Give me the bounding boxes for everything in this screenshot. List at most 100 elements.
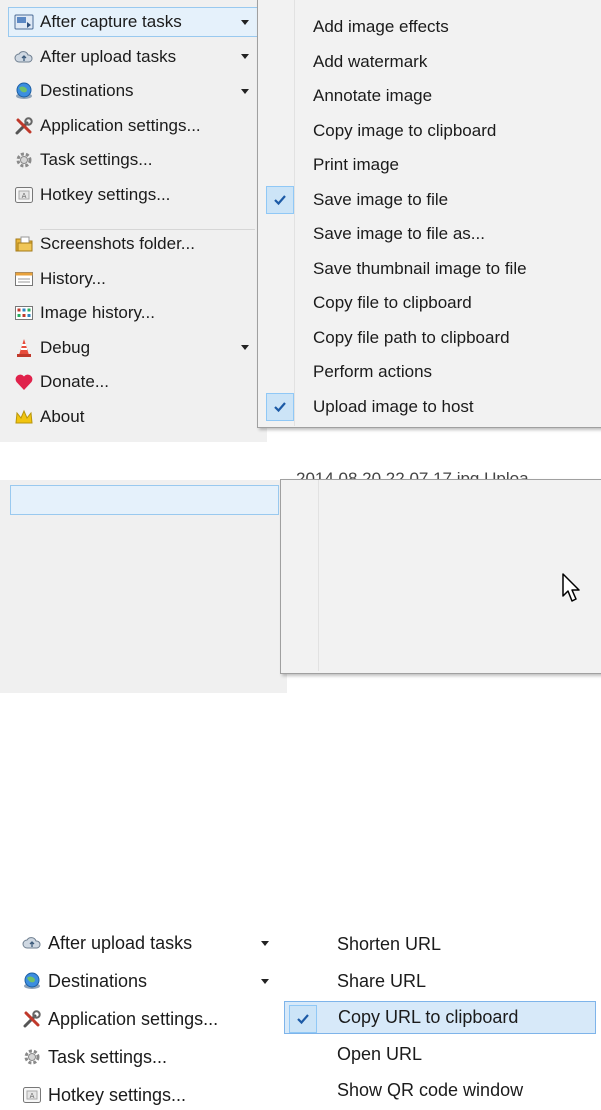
top-panel: After capture tasks After upload tasks Des…: [0, 0, 601, 442]
gear-icon: [14, 150, 34, 170]
main-menu-item[interactable]: About: [14, 402, 259, 432]
main-menu-item[interactable]: A Hotkey settings...: [22, 1080, 279, 1110]
bottom-submenu-gutter: [318, 480, 319, 671]
main-menu-item[interactable]: Image history...: [14, 298, 259, 328]
main-menu-item[interactable]: Task settings...: [14, 145, 259, 175]
tools-icon: [22, 1009, 42, 1029]
submenu-item[interactable]: Annotate image: [262, 80, 596, 112]
submenu-item[interactable]: Print image: [262, 149, 596, 181]
submenu-item-label: Add image effects: [313, 17, 449, 36]
submenu-arrow-icon: [241, 19, 249, 25]
check-icon: [266, 392, 294, 421]
check-icon: [289, 1004, 317, 1033]
main-menu-item[interactable]: Donate...: [14, 367, 259, 397]
main-menu-item-label: After upload tasks: [40, 46, 177, 66]
cloud-upload-icon: [14, 47, 34, 67]
main-menu-item-label: After capture tasks: [40, 12, 182, 31]
image-history-icon: [14, 303, 34, 323]
mouse-cursor-icon: [562, 573, 580, 602]
submenu-item[interactable]: Copy file path to clipboard: [262, 322, 596, 354]
submenu-item[interactable]: Upload image to host: [262, 391, 596, 423]
crown-icon: [14, 407, 34, 427]
main-menu-item[interactable]: Screenshots folder...: [14, 229, 259, 259]
submenu-item[interactable]: Copy file to clipboard: [262, 287, 596, 319]
svg-text:A: A: [22, 192, 27, 200]
submenu-item[interactable]: Open URL: [284, 1038, 596, 1071]
keyboard-key-icon: A: [22, 1085, 42, 1105]
main-menu-item-label: Application settings...: [40, 115, 201, 135]
submenu-arrow-icon: [241, 88, 249, 94]
submenu-arrow-icon: [241, 345, 249, 350]
traffic-cone-icon: [14, 338, 34, 358]
keyboard-key-icon: A: [14, 185, 34, 205]
submenu-item-label: Copy file to clipboard: [313, 293, 472, 312]
submenu-item-label: Save image to file as...: [313, 224, 485, 243]
globe-icon: [22, 971, 42, 991]
main-menu-item-label: Task settings...: [40, 150, 153, 169]
main-menu-item-label: Destinations: [40, 81, 134, 100]
top-menu-separator: [40, 229, 255, 230]
main-menu-item[interactable]: Destinations: [14, 76, 259, 106]
main-menu-item[interactable]: A Hotkey settings...: [14, 180, 259, 210]
folder-icon: [14, 234, 34, 254]
submenu-item-label: Open URL: [337, 1043, 423, 1064]
submenu-item-label: Share URL: [337, 970, 427, 991]
gear-icon: [22, 1047, 42, 1067]
bottom-panel: 2014 08 20 22 07 17.jpg Uploa After uplo…: [0, 443, 601, 1105]
main-menu-item-label: Task settings...: [48, 1046, 168, 1067]
main-menu-item[interactable]: Destinations: [22, 966, 279, 996]
submenu-arrow-icon: [241, 54, 249, 59]
submenu-item[interactable]: Show QR code window: [284, 1074, 596, 1107]
submenu-item[interactable]: Add image effects: [262, 11, 596, 43]
main-menu-item-label: Screenshots folder...: [40, 234, 195, 253]
submenu-item-label: Save thumbnail image to file: [313, 258, 527, 278]
submenu-item[interactable]: Add watermark: [262, 46, 596, 78]
submenu-item-label: Save image to file: [313, 189, 449, 209]
submenu-item[interactable]: Copy image to clipboard: [262, 115, 596, 147]
submenu-item[interactable]: Perform actions: [262, 356, 596, 388]
bottom-submenu: [280, 479, 601, 674]
main-menu-item-label: After upload tasks: [48, 932, 193, 953]
submenu-item[interactable]: Copy URL to clipboard: [284, 1001, 596, 1034]
main-menu-item-label: Application settings...: [48, 1008, 219, 1029]
submenu-item[interactable]: Save image to file as...: [262, 218, 596, 250]
submenu-item[interactable]: Save thumbnail image to file: [262, 253, 596, 285]
main-menu-item[interactable]: History...: [14, 264, 259, 294]
submenu-item-label: Print image: [313, 155, 399, 174]
submenu-arrow-icon: [261, 978, 269, 984]
submenu-item-label: Copy file path to clipboard: [313, 327, 510, 347]
heart-icon: [14, 372, 34, 392]
main-menu-item[interactable]: Task settings...: [22, 1042, 279, 1072]
submenu-item-label: Upload image to host: [313, 396, 474, 416]
submenu-item-label: Copy image to clipboard: [313, 120, 497, 140]
main-menu-item-label: About: [40, 406, 85, 426]
submenu-item[interactable]: Share URL: [284, 965, 596, 998]
main-menu-item-label: Donate...: [40, 372, 109, 391]
globe-icon: [14, 81, 34, 101]
submenu-item-label: Add watermark: [313, 51, 428, 71]
main-menu-item-label: Hotkey settings...: [48, 1084, 187, 1105]
screen-capture-icon: [14, 12, 34, 32]
main-menu-item[interactable]: Application settings...: [22, 1004, 279, 1034]
submenu-item-label: Shorten URL: [337, 934, 442, 954]
main-menu-item-label: Hotkey settings...: [40, 184, 171, 204]
submenu-item-label: Show QR code window: [337, 1080, 524, 1100]
submenu-item[interactable]: Shorten URL: [284, 928, 596, 961]
cloud-upload-icon: [22, 933, 42, 953]
submenu-item-label: Perform actions: [313, 362, 433, 381]
bottom-main-item-highlight: [10, 485, 279, 515]
main-menu-item-label: History...: [40, 268, 106, 288]
main-menu-item-label: Debug: [40, 337, 91, 357]
submenu-item[interactable]: Save image to file: [262, 184, 596, 216]
main-menu-item-label: Destinations: [48, 970, 148, 991]
main-menu-item[interactable]: After upload tasks: [22, 928, 279, 958]
tools-icon: [14, 116, 34, 136]
submenu-arrow-icon: [261, 940, 269, 946]
main-menu-item[interactable]: Debug: [14, 333, 259, 363]
check-icon: [266, 185, 294, 214]
main-menu-item[interactable]: After capture tasks: [14, 7, 259, 37]
main-menu-item[interactable]: Application settings...: [14, 111, 259, 141]
main-menu-item[interactable]: After upload tasks: [14, 42, 259, 72]
history-icon: [14, 269, 34, 289]
svg-text:A: A: [30, 1092, 35, 1100]
